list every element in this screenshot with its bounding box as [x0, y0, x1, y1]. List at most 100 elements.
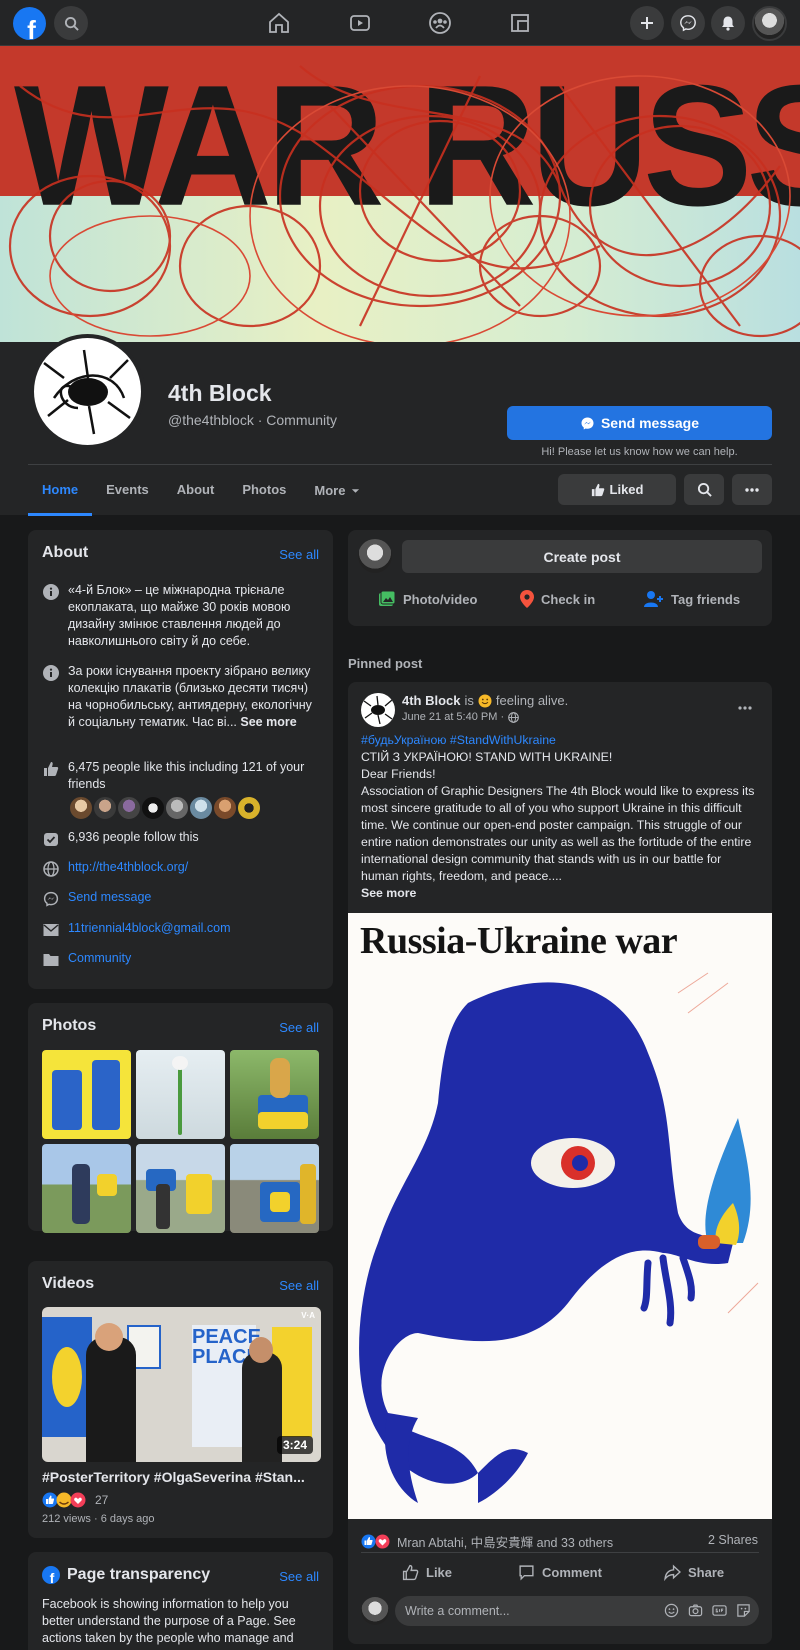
post-body-text: Association of Graphic Designers The 4th… [361, 784, 755, 883]
groups-tab[interactable] [427, 10, 453, 36]
comment-input[interactable]: Write a comment... [395, 1596, 759, 1626]
groups-icon [429, 12, 451, 34]
post-comment-button[interactable]: Comment [518, 1564, 602, 1581]
about-description-1-text: «4-й Блок» – це міжнародна трієнале екоп… [68, 583, 291, 648]
photos-see-all-link[interactable]: See all [279, 1020, 319, 1035]
video-reaction-count: 27 [95, 1493, 109, 1507]
post-hashtags[interactable]: #будьУкраїною #StandWithUkraine [361, 733, 556, 747]
page-options-button[interactable] [732, 474, 772, 505]
cover-photo[interactable]: WAR RUSSIA [0, 46, 800, 342]
video-reactions[interactable]: 27 [42, 1492, 108, 1508]
about-see-all-link[interactable]: See all [279, 547, 319, 562]
facebook-logo[interactable]: f [13, 7, 46, 40]
messenger-icon [581, 417, 594, 429]
top-navigation-bar: f [0, 0, 800, 46]
about-category-link[interactable]: Community [68, 950, 131, 968]
post-author-avatar[interactable] [361, 693, 395, 727]
video-duration: 3:24 [276, 1436, 313, 1454]
more-dots-icon [738, 706, 752, 710]
post-like-label: Like [426, 1565, 453, 1580]
send-message-hint: Hi! Please let us know how we can help. [541, 446, 738, 458]
about-see-more-link[interactable]: See more [240, 715, 296, 729]
about-message-row: Send message [42, 889, 321, 907]
tab-about[interactable]: About [163, 466, 229, 516]
photo-thumbnail[interactable] [42, 1144, 131, 1233]
post-image[interactable]: Russia-Ukraine war [348, 913, 772, 1519]
create-button[interactable] [630, 6, 664, 40]
tab-events[interactable]: Events [92, 466, 163, 516]
liked-label: Liked [609, 482, 644, 497]
about-website-link[interactable]: http://the4thblock.org/ [68, 859, 188, 877]
facebook-icon: f [42, 1566, 60, 1584]
about-email-row: 11triennial4block@gmail.com [42, 920, 321, 938]
video-watermark: V·A [301, 1311, 315, 1320]
friend-avatar[interactable] [188, 795, 214, 821]
check-in-label: Check in [541, 591, 596, 607]
page-search-button[interactable] [684, 474, 724, 505]
post-like-button[interactable]: Like [402, 1564, 452, 1581]
notifications-button[interactable] [711, 6, 745, 40]
about-card: About See all «4-й Блок» – це міжнародна… [28, 530, 333, 989]
reaction-icons [361, 1534, 390, 1549]
profile-picture[interactable] [30, 334, 145, 449]
emoji-icon[interactable] [664, 1603, 679, 1618]
post-shares-count[interactable]: 2 Shares [708, 1533, 758, 1547]
sticker-icon[interactable] [736, 1603, 751, 1618]
about-likes-text: 6,475 people like this including 121 of … [68, 760, 305, 791]
post-reactions[interactable]: Mran Abtahi, 中島安貴輝 and 33 others [361, 1532, 613, 1551]
gif-icon[interactable] [712, 1603, 727, 1618]
tag-friends-button[interactable]: Tag friends [644, 590, 740, 608]
pinned-post-label: Pinned post [348, 656, 423, 671]
photo-video-button[interactable]: Photo/video [378, 590, 477, 608]
notifications-icon [722, 16, 734, 31]
comment-tools [664, 1603, 751, 1618]
create-post-button[interactable]: Create post [402, 540, 762, 573]
video-thumbnail[interactable]: PEACE PLACE V·A 3:24 [42, 1307, 321, 1462]
photo-thumbnail[interactable] [230, 1144, 319, 1233]
post-share-button[interactable]: Share [664, 1564, 724, 1581]
check-in-button[interactable]: Check in [520, 590, 595, 608]
video-caption[interactable]: #PosterTerritory #OlgaSeverina #Stan... [42, 1469, 321, 1485]
messenger-button[interactable] [671, 6, 705, 40]
post-author-name[interactable]: 4th Block [402, 693, 461, 708]
tab-home[interactable]: Home [28, 466, 93, 516]
post-header-line: 4th Block is feeling alive. [402, 693, 568, 708]
account-avatar[interactable] [752, 6, 787, 41]
about-email-link[interactable]: 11triennial4block@gmail.com [68, 920, 231, 938]
watch-icon [350, 15, 370, 31]
comment-user-avatar[interactable] [361, 1597, 389, 1625]
friend-avatar[interactable] [140, 795, 166, 821]
photo-thumbnail[interactable] [136, 1144, 225, 1233]
watch-tab[interactable] [347, 10, 373, 36]
post-options-button[interactable] [733, 700, 757, 716]
post-timestamp[interactable]: June 21 at 5:40 PM · [402, 711, 504, 723]
transparency-see-all-link[interactable]: See all [279, 1569, 319, 1584]
search-button[interactable] [54, 6, 88, 40]
home-tab[interactable] [266, 10, 292, 36]
tab-photos[interactable]: Photos [228, 466, 300, 516]
friend-avatar[interactable] [68, 795, 94, 821]
transparency-text: Facebook is showing information to help … [42, 1597, 296, 1645]
tag-friends-icon [644, 591, 663, 607]
photo-thumbnail[interactable] [136, 1050, 225, 1139]
user-avatar[interactable] [358, 539, 392, 573]
post-see-more-link[interactable]: See more [361, 885, 761, 902]
about-send-message-link[interactable]: Send message [68, 889, 151, 907]
gaming-tab[interactable] [507, 10, 533, 36]
tag-friends-label: Tag friends [671, 591, 741, 607]
share-icon [664, 1564, 681, 1581]
send-message-button[interactable]: Send message [507, 406, 772, 440]
photo-thumbnail[interactable] [230, 1050, 319, 1139]
friend-avatar[interactable] [116, 795, 142, 821]
videos-see-all-link[interactable]: See all [279, 1278, 319, 1293]
liked-button[interactable]: Liked [558, 474, 676, 505]
friend-avatar[interactable] [92, 795, 118, 821]
friend-avatar[interactable] [164, 795, 190, 821]
tab-more[interactable]: More [300, 466, 374, 516]
camera-icon[interactable] [688, 1603, 703, 1618]
transparency-header: f Page transparency [42, 1566, 210, 1584]
friend-avatar[interactable] [212, 795, 238, 821]
friend-avatar[interactable] [236, 795, 262, 821]
photo-thumbnail[interactable] [42, 1050, 131, 1139]
post-line-2: Dear Friends! [361, 767, 436, 781]
